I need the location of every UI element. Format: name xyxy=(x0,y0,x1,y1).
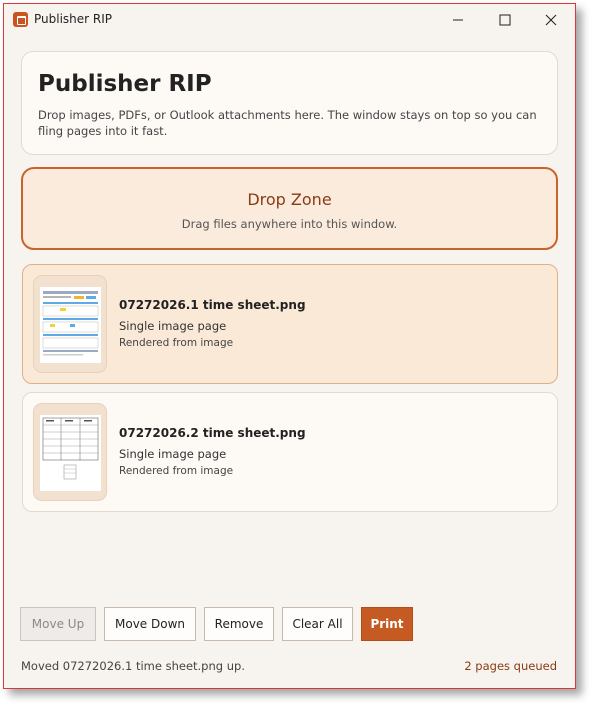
maximize-button[interactable] xyxy=(485,8,525,32)
drop-zone-title: Drop Zone xyxy=(247,190,332,209)
window-title: Publisher RIP xyxy=(34,12,113,26)
drop-zone[interactable]: Drop Zone Drag files anywhere into this … xyxy=(21,167,558,250)
app-window: Publisher RIP Publisher RIP Drop images,… xyxy=(3,3,576,689)
page-title: Publisher RIP xyxy=(38,71,212,97)
minimize-icon xyxy=(453,19,463,21)
close-button[interactable] xyxy=(531,8,571,32)
page-preview xyxy=(40,287,101,363)
file-type: Single image page xyxy=(119,447,227,461)
minimize-button[interactable] xyxy=(438,8,478,32)
file-thumbnail xyxy=(33,275,107,373)
close-icon xyxy=(545,14,557,26)
remove-button[interactable]: Remove xyxy=(204,607,274,641)
file-list-item[interactable]: 07272026.2 time sheet.png Single image p… xyxy=(22,392,558,512)
file-source: Rendered from image xyxy=(119,465,234,477)
file-name: 07272026.2 time sheet.png xyxy=(119,426,306,440)
move-down-button[interactable]: Move Down xyxy=(104,607,196,641)
status-message: Moved 07272026.1 time sheet.png up. xyxy=(21,659,245,673)
print-button[interactable]: Print xyxy=(361,607,413,641)
publisher-app-icon xyxy=(13,12,28,27)
clear-all-button[interactable]: Clear All xyxy=(282,607,353,641)
queue-count: 2 pages queued xyxy=(464,659,557,673)
file-name: 07272026.1 time sheet.png xyxy=(119,298,306,312)
drop-zone-subtitle: Drag files anywhere into this window. xyxy=(181,217,398,231)
move-up-button[interactable]: Move Up xyxy=(20,607,96,641)
page-preview xyxy=(40,415,101,491)
file-list-item[interactable]: 07272026.1 time sheet.png Single image p… xyxy=(22,264,558,384)
timesheet-preview-image xyxy=(42,417,99,480)
file-thumbnail xyxy=(33,403,107,501)
file-source: Rendered from image xyxy=(119,337,234,349)
file-type: Single image page xyxy=(119,319,227,333)
maximize-icon xyxy=(499,14,511,26)
header-card: Publisher RIP Drop images, PDFs, or Outl… xyxy=(21,51,558,155)
title-bar[interactable]: Publisher RIP xyxy=(4,4,575,34)
timesheet-preview-image xyxy=(42,291,99,356)
header-description: Drop images, PDFs, or Outlook attachment… xyxy=(38,108,537,138)
